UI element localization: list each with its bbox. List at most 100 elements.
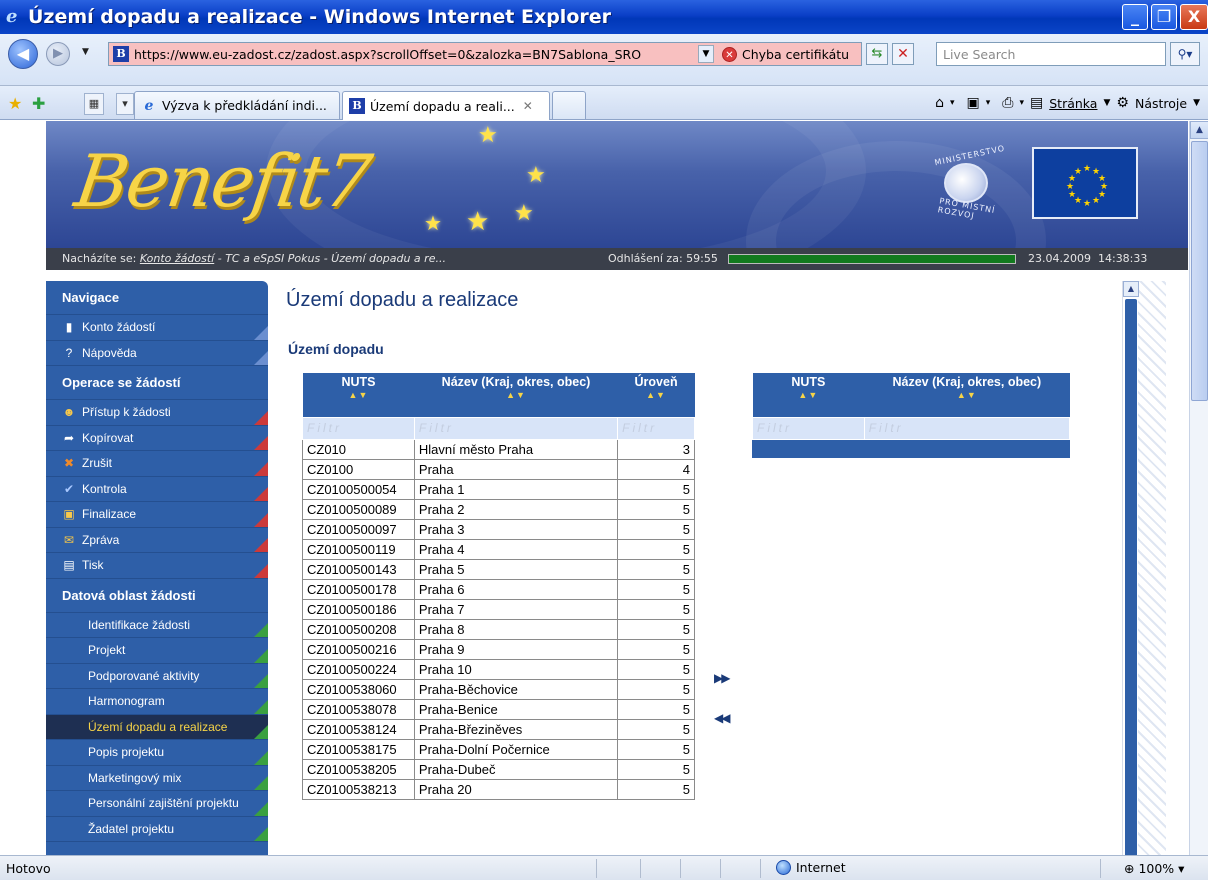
column-header-nazev[interactable]: Název (Kraj, okres, obec) ▲▼: [414, 373, 618, 417]
cell-uroven: 5: [617, 698, 695, 720]
nav-item-projekt[interactable]: Projekt: [46, 638, 268, 664]
table-row[interactable]: CZ0100500143 Praha 55: [302, 558, 695, 580]
column-header-nuts[interactable]: NUTS ▲▼: [302, 373, 415, 417]
nav-item-kontrola[interactable]: ✔ Kontrola: [46, 477, 268, 502]
table-row[interactable]: CZ0100538078 Praha-Benice 5: [302, 698, 695, 720]
table-row[interactable]: CZ0100500186 Praha 75: [302, 598, 695, 620]
sort-arrows-icon[interactable]: ▲▼: [868, 390, 1065, 400]
url-text[interactable]: https://www.eu-zadost.cz/zadost.aspx?scr…: [134, 47, 694, 62]
nav-item-tisk[interactable]: ▤ Tisk: [46, 553, 268, 579]
filter-nuts-input[interactable]: Filtr: [302, 416, 415, 440]
table-row[interactable]: CZ0100538060 Praha-Běchovice 5: [302, 678, 695, 700]
address-field[interactable]: B https://www.eu-zadost.cz/zadost.aspx?s…: [108, 42, 862, 66]
sort-arrows-icon[interactable]: ▲▼: [307, 390, 411, 400]
nav-item-konto[interactable]: ▮ Konto žádostí: [46, 315, 268, 341]
favorites-star-icon[interactable]: ★: [8, 94, 22, 113]
nav-item-aktivity[interactable]: Podporované aktivity: [46, 664, 268, 689]
nav-item-finalizace[interactable]: ▣ Finalizace: [46, 502, 268, 528]
column-header-uroven[interactable]: Úroveň ▲▼: [617, 373, 695, 417]
nav-item-harmonogram[interactable]: Harmonogram: [46, 689, 268, 715]
site-banner: Benefit7 ★ ★ ★ ★ ★ MINISTERSTVO PRO MÍST…: [46, 121, 1188, 248]
quick-tabs-button[interactable]: ▦: [84, 93, 104, 115]
table-row[interactable]: CZ0100538213 Praha 20 5: [302, 778, 695, 800]
scroll-thumb[interactable]: [1125, 299, 1137, 855]
sort-arrows-icon[interactable]: ▲▼: [757, 390, 861, 400]
nav-item-kopirovat[interactable]: ➦ Kopírovat: [46, 426, 268, 451]
certificate-error-button[interactable]: ✕ Chyba certifikátu: [718, 43, 849, 65]
cell-uroven: 5: [617, 738, 695, 760]
lock-icon: ▣: [63, 507, 75, 521]
forward-button[interactable]: ▶: [46, 42, 70, 66]
content-scrollbar[interactable]: ▲: [1122, 281, 1139, 855]
cell-uroven: 5: [617, 498, 695, 520]
page-menu[interactable]: Stránka: [1049, 96, 1097, 111]
scroll-up-icon[interactable]: ▲: [1190, 121, 1208, 139]
page-icon: ▤: [1030, 95, 1044, 111]
table-row[interactable]: CZ0100500224 Praha 10 5: [302, 658, 695, 680]
table-row[interactable]: CZ0100538205 Praha-Dubeč 5: [302, 758, 695, 780]
table-row[interactable]: CZ0100500089 Praha 25: [302, 498, 695, 520]
sort-arrows-icon[interactable]: ▲▼: [622, 390, 691, 400]
column-header-nazev[interactable]: Název (Kraj, okres, obec) ▲▼: [864, 373, 1070, 417]
breadcrumb-link-konto[interactable]: Konto žádostí: [140, 252, 214, 265]
recent-pages-dropdown[interactable]: ▼: [82, 47, 89, 57]
tab-label: Výzva k předkládání indi...: [162, 98, 327, 113]
filter-uroven-input[interactable]: Filtr: [617, 416, 695, 440]
table-row[interactable]: CZ0100 Praha 4: [302, 458, 695, 480]
print-icon[interactable]: ⎙: [1002, 95, 1013, 111]
home-icon[interactable]: ⌂: [935, 95, 944, 111]
nav-item-personalni[interactable]: Personální zajištění projektu: [46, 791, 268, 817]
search-button[interactable]: ⚲▾: [1170, 42, 1200, 66]
nav-item-zadatel[interactable]: Žadatel projektu: [46, 817, 268, 842]
sort-arrows-icon[interactable]: ▲▼: [418, 390, 613, 400]
nav-item-zprava[interactable]: ✉ Zpráva: [46, 528, 268, 553]
nav-item-uzemi[interactable]: Území dopadu a realizace: [46, 714, 268, 740]
filter-nazev-input[interactable]: Filtr: [413, 416, 619, 440]
zoom-level[interactable]: ⊕ 100% ▾: [1124, 861, 1184, 876]
tab-list-dropdown[interactable]: ▾: [116, 93, 134, 115]
close-window-button[interactable]: X: [1180, 4, 1208, 30]
scroll-up-icon[interactable]: ▲: [1123, 281, 1139, 297]
star-icon: ★: [478, 123, 498, 148]
column-header-nuts[interactable]: NUTS ▲▼: [752, 373, 865, 417]
scroll-thumb[interactable]: [1191, 141, 1208, 401]
table-row[interactable]: CZ010 Hlavní město Praha 3: [302, 438, 695, 460]
tab-vyzva[interactable]: e Výzva k předkládání indi...: [134, 91, 340, 119]
table-row[interactable]: CZ0100500216 Praha 95: [302, 638, 695, 660]
page-scrollbar[interactable]: ▲: [1189, 121, 1208, 855]
add-favorites-icon[interactable]: ✚: [32, 94, 45, 113]
tools-menu[interactable]: Nástroje: [1135, 96, 1187, 111]
move-left-button[interactable]: ◀◀: [714, 711, 731, 725]
table-row[interactable]: CZ0100500178 Praha 65: [302, 578, 695, 600]
help-icon: ?: [65, 345, 73, 360]
minimize-button[interactable]: _: [1122, 4, 1148, 30]
nav-item-pristup[interactable]: ☻ Přístup k žádosti: [46, 400, 268, 426]
new-tab-button[interactable]: [552, 91, 586, 119]
table-row[interactable]: CZ0100500208 Praha 85: [302, 618, 695, 640]
nav-item-identifikace[interactable]: Identifikace žádosti: [46, 613, 268, 638]
nav-item-marketing[interactable]: Marketingový mix: [46, 766, 268, 791]
address-dropdown-button[interactable]: ▼: [698, 45, 714, 63]
maximize-button[interactable]: ❐: [1151, 4, 1177, 30]
close-tab-icon[interactable]: ✕: [523, 99, 533, 113]
tab-uzemi[interactable]: B Území dopadu a reali... ✕: [342, 91, 550, 120]
table-row[interactable]: CZ0100538124 Praha-Březiněves 5: [302, 718, 695, 740]
table-row[interactable]: CZ0100538175 Praha-Dolní Počernice 5: [302, 738, 695, 760]
table-row[interactable]: CZ0100500119 Praha 45: [302, 538, 695, 560]
filter-nuts-input[interactable]: Filtr: [752, 416, 865, 440]
table-row[interactable]: CZ0100500054 Praha 15: [302, 478, 695, 500]
cell-uroven: 3: [617, 438, 695, 460]
filter-nazev-input[interactable]: Filtr: [863, 416, 1071, 440]
nav-item-napoveda[interactable]: ? Nápověda: [46, 341, 268, 366]
globe-icon: [776, 860, 791, 875]
search-input[interactable]: Live Search: [936, 42, 1166, 66]
nav-item-zrusit[interactable]: ✖ Zrušit: [46, 451, 268, 477]
stop-button[interactable]: ✕: [892, 43, 914, 65]
feeds-icon[interactable]: ▣: [967, 95, 980, 111]
copy-arrow-icon: ➦: [63, 430, 75, 445]
nav-item-popis[interactable]: Popis projektu: [46, 740, 268, 766]
refresh-button[interactable]: ⇆: [866, 43, 888, 65]
back-button[interactable]: ◀: [8, 39, 38, 69]
move-right-button[interactable]: ▶▶: [714, 671, 731, 685]
table-row[interactable]: CZ0100500097 Praha 35: [302, 518, 695, 540]
